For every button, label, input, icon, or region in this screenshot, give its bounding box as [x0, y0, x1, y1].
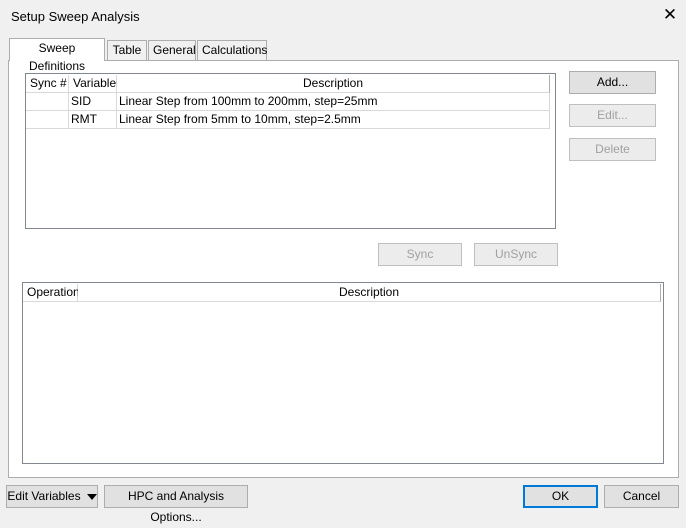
- edit-button[interactable]: Edit...: [569, 104, 656, 127]
- edit-variables-label: Edit Variables: [7, 489, 81, 503]
- table-row-2-variable[interactable]: RMT: [69, 111, 117, 129]
- column-header-operation-description[interactable]: Description: [78, 284, 661, 302]
- chevron-down-icon: [86, 493, 97, 500]
- column-header-sync[interactable]: Sync #: [26, 75, 69, 93]
- hpc-options-button[interactable]: HPC and Analysis Options...: [104, 485, 248, 524]
- window-title: Setup Sweep Analysis: [11, 9, 140, 24]
- ok-button[interactable]: OK: [523, 485, 598, 508]
- table-row-1-description[interactable]: Linear Step from 100mm to 200mm, step=25…: [117, 93, 550, 111]
- column-header-variable[interactable]: Variable: [69, 75, 117, 93]
- cancel-button[interactable]: Cancel: [604, 485, 679, 508]
- tab-sweep-definitions[interactable]: Sweep Definitions: [9, 38, 105, 73]
- sync-button[interactable]: Sync: [378, 243, 462, 266]
- delete-button[interactable]: Delete: [569, 138, 656, 161]
- add-button[interactable]: Add...: [569, 71, 656, 94]
- tab-calculations[interactable]: Calculations: [197, 40, 267, 60]
- table-row-1-variable[interactable]: SID: [69, 93, 117, 111]
- operation-list[interactable]: [22, 282, 664, 464]
- table-row-2-sync[interactable]: [26, 111, 69, 129]
- table-row-2-description[interactable]: Linear Step from 5mm to 10mm, step=2.5mm: [117, 111, 550, 129]
- column-header-description[interactable]: Description: [117, 75, 550, 93]
- close-icon[interactable]: ✕: [658, 5, 682, 27]
- unsync-button[interactable]: UnSync: [474, 243, 558, 266]
- tab-table[interactable]: Table: [107, 40, 147, 60]
- column-header-operation[interactable]: Operation: [23, 284, 80, 302]
- table-row-1-sync[interactable]: [26, 93, 69, 111]
- edit-variables-dropdown[interactable]: Edit Variables: [6, 485, 98, 508]
- tab-general[interactable]: General: [148, 40, 196, 60]
